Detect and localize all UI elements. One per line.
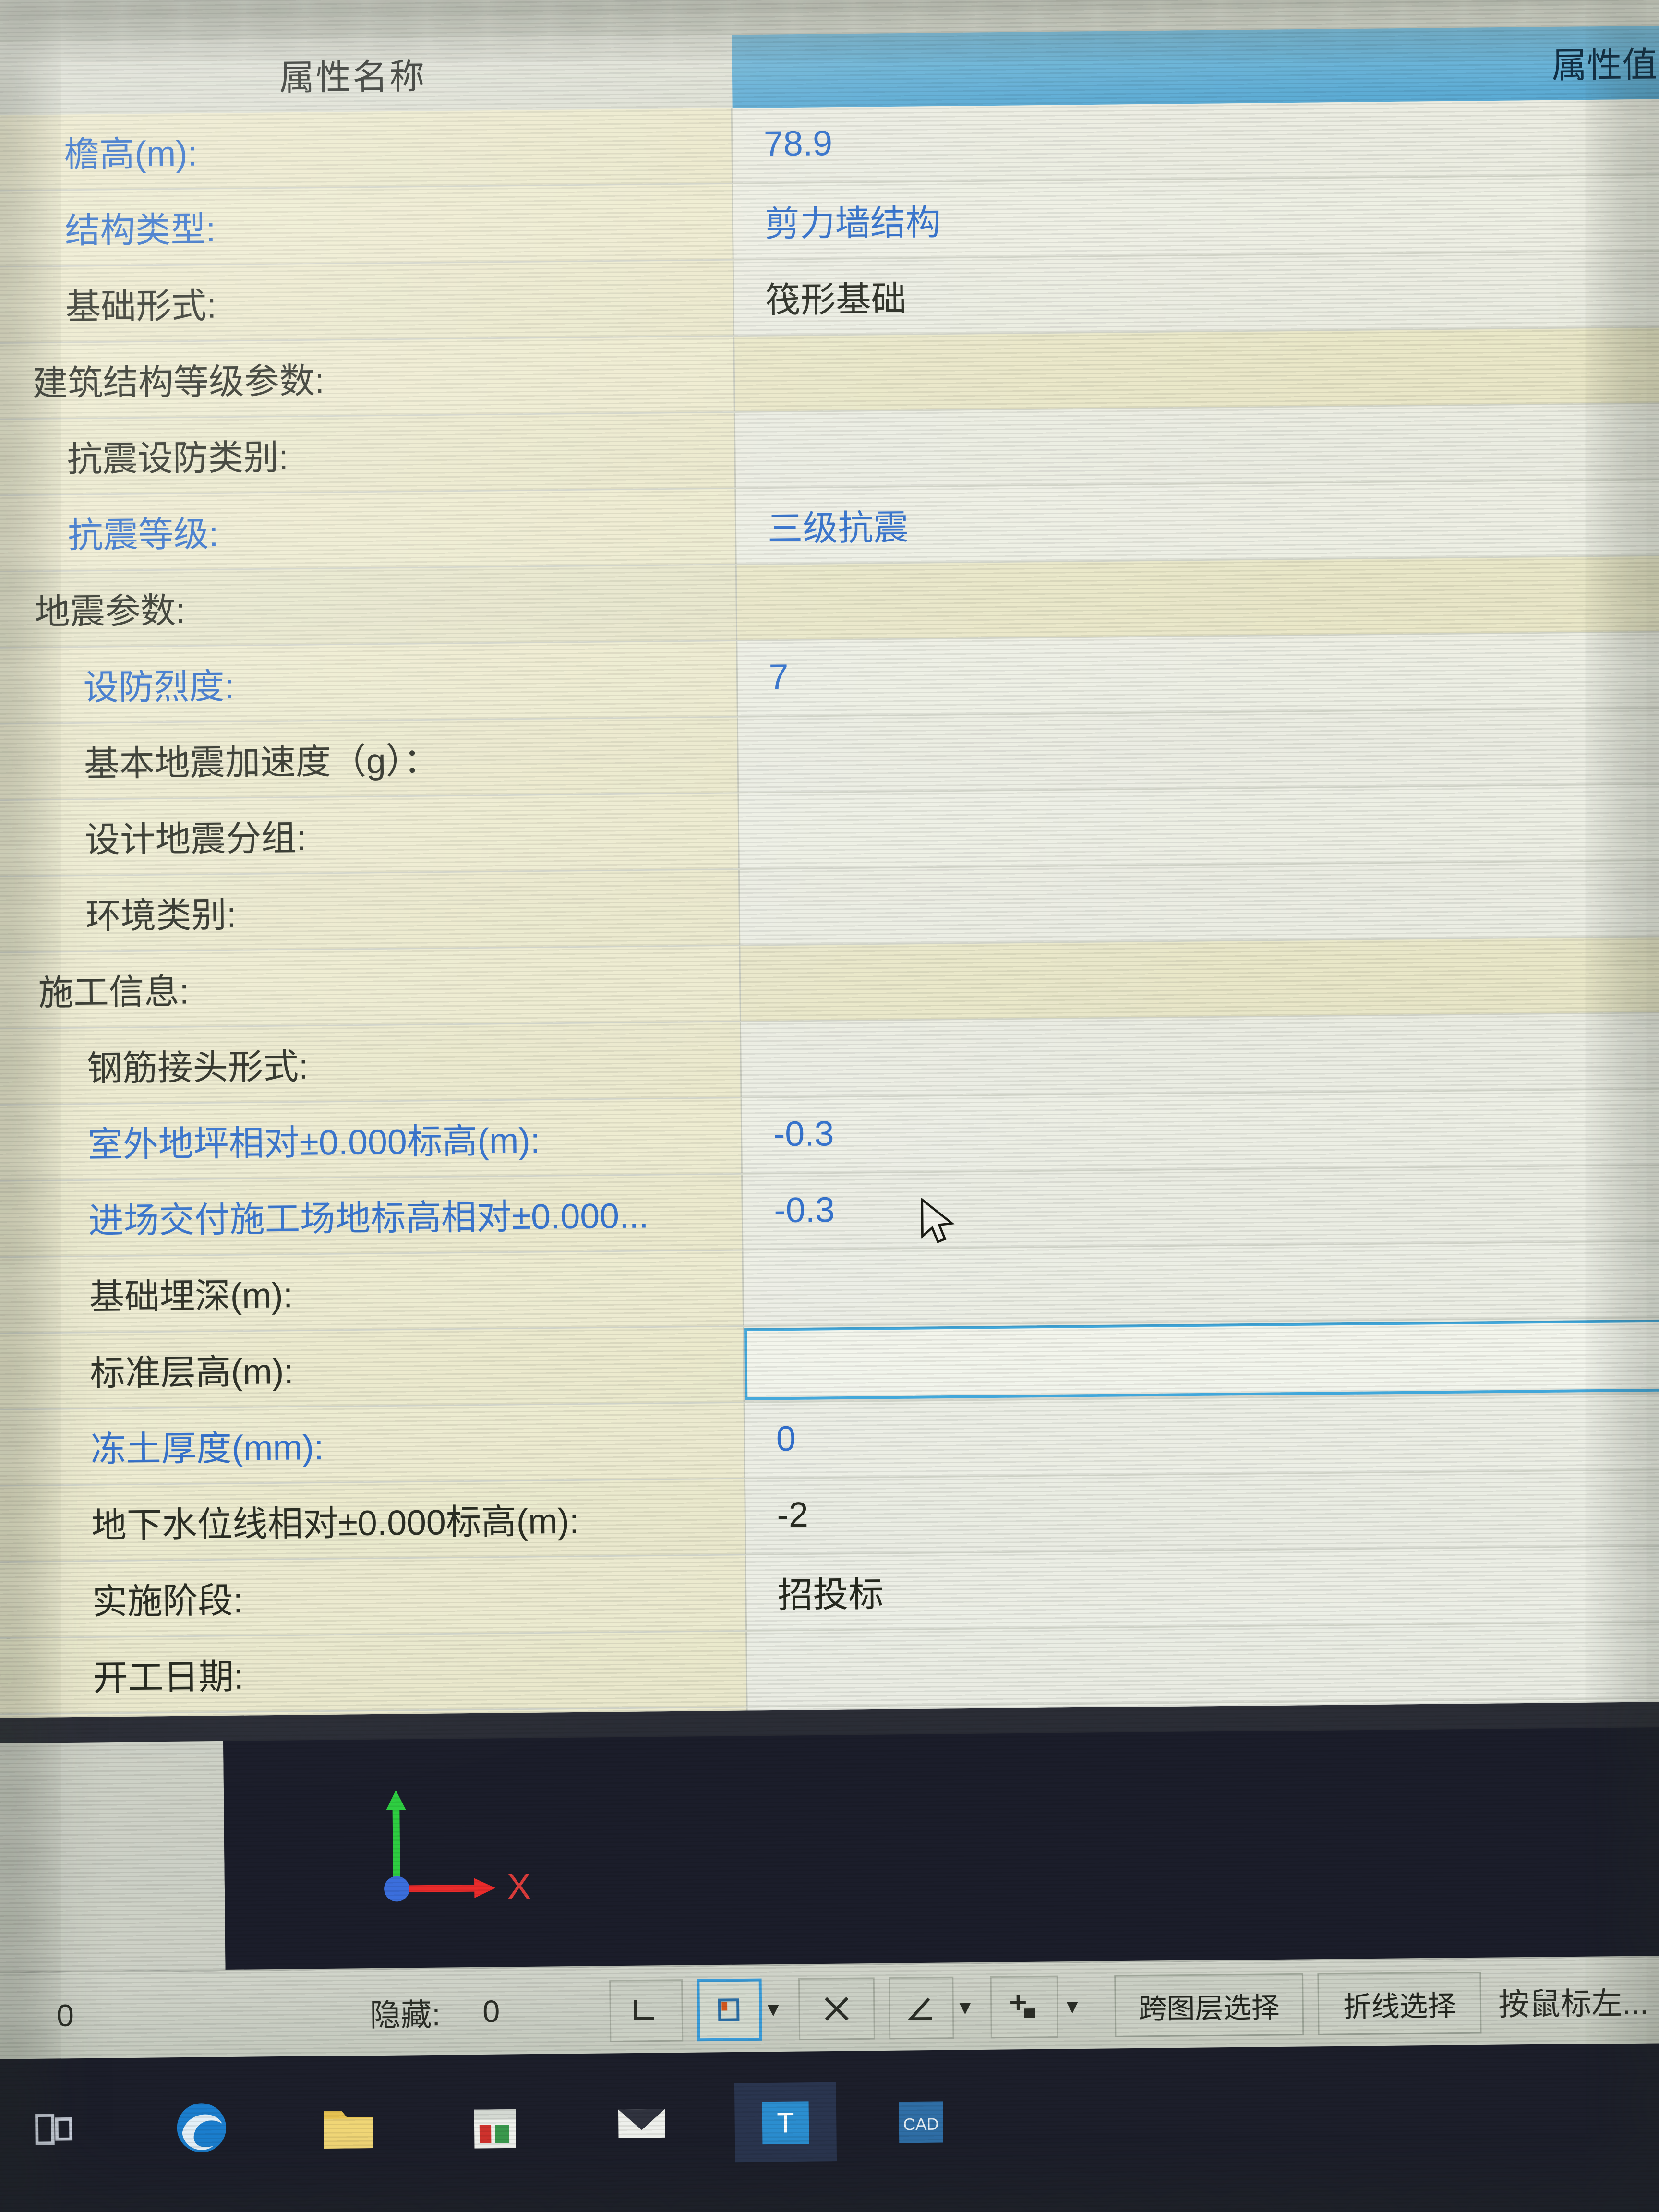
cad-app-icon[interactable]: CAD: [878, 2081, 964, 2161]
property-value[interactable]: [736, 556, 1659, 640]
property-value[interactable]: -0.3: [742, 1166, 1659, 1250]
property-label: 钢筋接头形式:: [0, 1022, 742, 1105]
property-value[interactable]: [739, 784, 1659, 869]
property-label: 进场交付施工场地标高相对±0.000...: [0, 1174, 744, 1257]
edge-browser-icon[interactable]: [159, 2088, 244, 2167]
glodon-glyph: T: [762, 2101, 809, 2145]
property-label: 标准层高(m):: [0, 1327, 745, 1409]
cross-glyph: [825, 1997, 849, 2021]
angle-icon[interactable]: [889, 1976, 954, 2040]
model-viewport[interactable]: X: [223, 1727, 1659, 1970]
property-value[interactable]: [735, 404, 1659, 488]
property-label: 建筑结构等级参数:: [0, 337, 735, 419]
mail-icon[interactable]: [599, 2084, 685, 2164]
property-label: 开工日期:: [0, 1631, 748, 1714]
microsoft-store-icon[interactable]: [452, 2085, 538, 2165]
property-row-list: 檐高(m): 78.9 结构类型: 剪力墙结构 基础形式: 筏形基础 建筑结构等级参数: 抗震…: [0, 99, 1659, 1718]
rectangle-select-dropdown-icon[interactable]: ▾: [767, 1966, 779, 2053]
task-view-icon[interactable]: [12, 2089, 97, 2169]
add-point-dropdown-icon[interactable]: ▾: [1066, 1963, 1078, 2050]
property-value[interactable]: 78.9: [732, 99, 1659, 183]
property-value[interactable]: [747, 1623, 1659, 1707]
property-label: 檐高(m):: [0, 108, 733, 191]
column-header-name[interactable]: 属性名称: [0, 35, 733, 115]
envelope-glyph: [618, 2109, 665, 2138]
property-label: 室外地坪相对±0.000标高(m):: [0, 1098, 743, 1181]
svg-text:CAD: CAD: [903, 2115, 938, 2134]
rectangle-select-icon[interactable]: [697, 1978, 762, 2042]
property-label: 设计地震分组:: [0, 793, 740, 876]
cad-glyph: CAD: [899, 2101, 943, 2143]
property-value[interactable]: 招投标: [746, 1546, 1659, 1630]
property-value[interactable]: 0: [745, 1394, 1659, 1478]
property-value[interactable]: [739, 861, 1659, 945]
angle-dropdown-icon[interactable]: ▾: [959, 1964, 971, 2051]
status-bar: 0 隐藏: 0 ▾ ▾ ▾ 跨图层选择 折线选择 按鼠标左...: [0, 1955, 1659, 2061]
property-label: 环境类别:: [0, 870, 741, 952]
property-sheet: 属性名称 属性值 2345 檐高(m):78.9结构类型:剪力墙结构基础形式:筏…: [0, 0, 1659, 1718]
property-label: 基本地震加速度（g）：: [0, 717, 739, 800]
property-value[interactable]: [741, 1013, 1659, 1097]
task-view-glyph: [35, 2114, 73, 2145]
angle-glyph: [907, 1997, 932, 2020]
property-label: 冻土厚度(mm):: [0, 1403, 746, 1485]
selected-count-value: 0: [56, 1997, 74, 2033]
svg-text:X: X: [506, 1866, 531, 1907]
property-value[interactable]: 筏形基础: [733, 251, 1659, 336]
property-label: 基础形式:: [0, 260, 735, 343]
rectangle-select-glyph: [718, 1998, 740, 2021]
property-value-input[interactable]: [744, 1319, 1659, 1400]
store-glyph: [474, 2109, 516, 2149]
column-header-value[interactable]: 属性值: [732, 25, 1659, 108]
glodon-app-icon[interactable]: T: [734, 2082, 837, 2163]
add-point-icon[interactable]: [990, 1975, 1058, 2039]
axis-gizmo-icon: X: [384, 1790, 531, 1907]
property-value[interactable]: [738, 709, 1659, 793]
select-point-glyph: [634, 2000, 654, 2020]
property-value[interactable]: -0.3: [742, 1089, 1659, 1173]
property-value[interactable]: [740, 937, 1659, 1021]
property-label: 地下水位线相对±0.000标高(m):: [0, 1479, 746, 1562]
property-label: 抗震设防类别:: [0, 412, 736, 495]
cross-layer-select-button[interactable]: 跨图层选择: [1114, 1973, 1304, 2037]
property-label: 地震参数:: [0, 565, 738, 648]
property-label: 抗震等级:: [0, 489, 737, 571]
mouse-hint-text: 按鼠标左...: [1498, 1985, 1649, 2022]
screen-photo: 属性名称 属性值 2345 檐高(m):78.9结构类型:剪力墙结构基础形式:筏…: [0, 0, 1659, 2212]
polyline-select-button[interactable]: 折线选择: [1317, 1972, 1482, 2035]
hidden-label: 隐藏:: [369, 1997, 441, 2033]
select-point-icon[interactable]: [609, 1979, 684, 2042]
property-label: 结构类型:: [0, 184, 734, 266]
svg-text:T: T: [777, 2106, 794, 2139]
windows-taskbar: T CAD: [0, 2043, 1659, 2212]
property-value[interactable]: 7: [737, 632, 1659, 716]
edge-glyph: [177, 2103, 227, 2152]
application-screen: 属性名称 属性值 2345 檐高(m):78.9结构类型:剪力墙结构基础形式:筏…: [0, 0, 1659, 2212]
property-label: 施工信息:: [0, 946, 741, 1028]
property-label: 实施阶段:: [0, 1555, 747, 1638]
viewport-left-padding: [0, 1741, 226, 1972]
property-label: 基础埋深(m):: [0, 1250, 745, 1333]
add-point-glyph: [1010, 1995, 1035, 2018]
property-value[interactable]: 剪力墙结构: [733, 175, 1659, 259]
property-value[interactable]: -2: [745, 1470, 1659, 1554]
cross-close-icon[interactable]: [798, 1977, 875, 2041]
property-value[interactable]: 三级抗震: [736, 480, 1659, 564]
folder-glyph: [324, 2111, 373, 2149]
property-label: 设防烈度:: [0, 641, 738, 723]
file-explorer-icon[interactable]: [306, 2087, 391, 2166]
property-value[interactable]: [743, 1241, 1659, 1326]
hidden-value: 0: [482, 1994, 500, 2030]
property-value[interactable]: [734, 327, 1659, 412]
